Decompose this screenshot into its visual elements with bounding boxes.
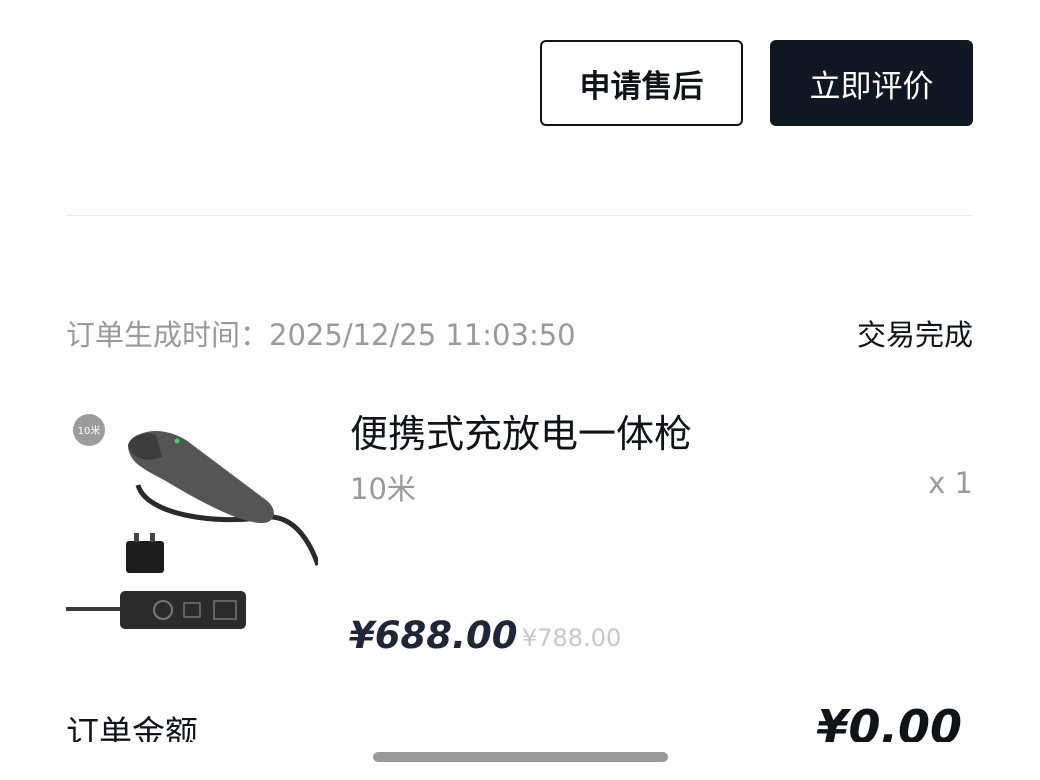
product-spec: 10米 <box>350 472 416 506</box>
product-title[interactable]: 便携式充放电一体枪 <box>350 403 692 458</box>
product-quantity: x 1 <box>928 466 973 500</box>
section-divider <box>66 215 973 216</box>
product-original-price: ¥788.00 <box>522 624 622 652</box>
plug-pin-left <box>134 533 139 542</box>
length-badge-text: 10米 <box>78 424 101 437</box>
order-created-time: 订单生成时间：2025/12/25 11:03:50 <box>66 312 576 354</box>
status-led <box>174 438 180 444</box>
plug-pin-right <box>150 533 155 542</box>
review-now-button[interactable]: 立即评价 <box>770 40 973 126</box>
home-indicator[interactable] <box>373 752 668 762</box>
order-time-value: 2025/12/25 11:03:50 <box>269 318 576 352</box>
review-now-label: 立即评价 <box>809 68 934 105</box>
power-strip-body <box>120 591 246 629</box>
apply-after-sales-button[interactable]: 申请售后 <box>540 40 743 126</box>
order-status: 交易完成 <box>856 318 973 352</box>
plug-adapter <box>126 541 164 573</box>
product-image[interactable]: 10米 <box>66 405 321 645</box>
product-price: ¥688.00 <box>349 614 518 657</box>
apply-after-sales-label: 申请售后 <box>579 68 704 105</box>
charging-gun-image-graphic: 10米 <box>66 414 321 629</box>
order-time-label: 订单生成时间： <box>66 318 270 352</box>
